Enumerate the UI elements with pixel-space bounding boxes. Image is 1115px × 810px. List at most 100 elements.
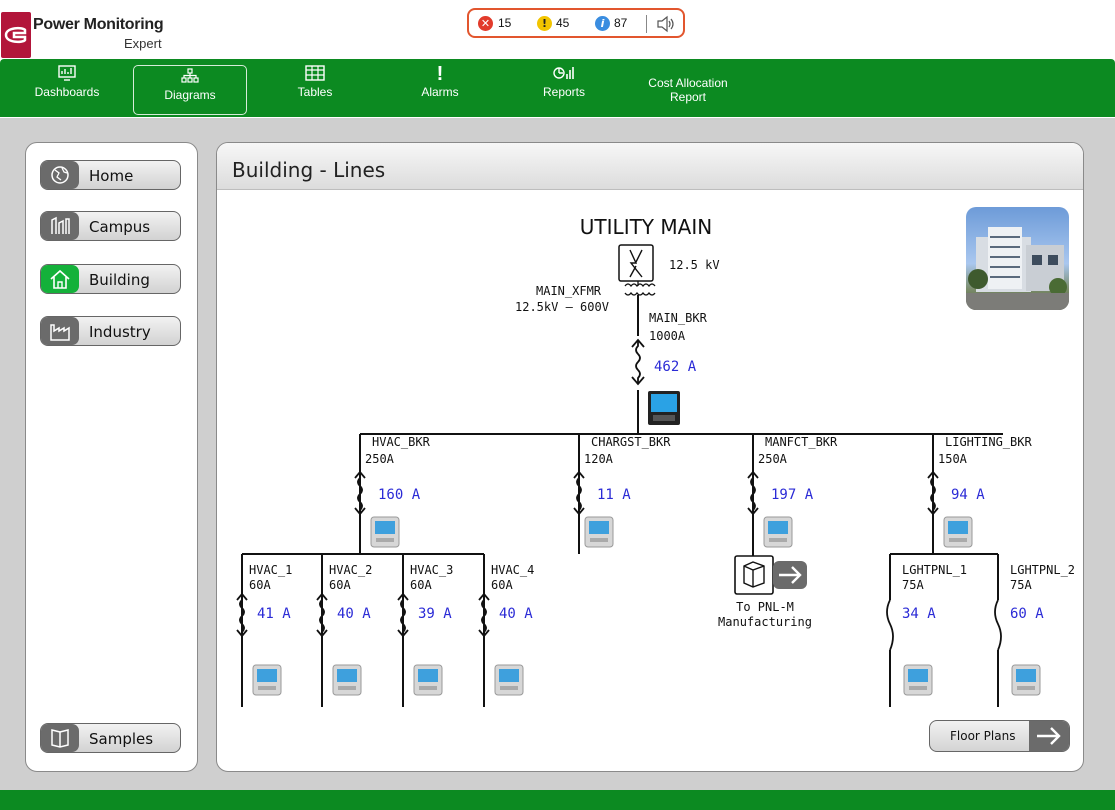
sidebar-item-campus[interactable]: Campus	[40, 211, 181, 241]
pnl-m-link[interactable]: To PNL-M Manufacturing	[718, 555, 812, 629]
nav-diagrams-label: Diagrams	[164, 88, 216, 102]
feeder-group: HVAC_BKR 250A 160 A CHARGST_BKR 120A 11 A MANF…	[354, 434, 1032, 556]
sidebar-item-industry[interactable]: Industry	[40, 316, 181, 346]
voltage-label: 12.5 kV	[669, 258, 720, 272]
app-title: Power Monitoring	[33, 16, 164, 33]
nav-cost-allocation[interactable]: Cost Allocation Report	[628, 76, 748, 120]
feeder-current-reading[interactable]: 160 A	[378, 487, 421, 503]
nav-alarms-label: Alarms	[421, 85, 459, 99]
branch-name-label: HVAC_4	[491, 563, 534, 577]
page-title: Building - Lines	[232, 158, 386, 182]
sidebar-item-building-label: Building	[89, 271, 150, 289]
branch-current-reading[interactable]: 39 A	[418, 606, 452, 622]
speaker-icon[interactable]	[656, 15, 676, 37]
nav-tables-label: Tables	[297, 85, 333, 99]
feeder-rating-label: 150A	[938, 452, 968, 466]
main-meter-icon[interactable]	[648, 391, 680, 425]
one-line-diagram: UTILITY MAIN 12.5 kV MAIN_XFMR 12.5kV – …	[236, 215, 1075, 707]
hvac-branch-group: HVAC_160A41 AHVAC_260A40 AHVAC_360A39 AH…	[236, 554, 534, 707]
main-breaker-icon[interactable]	[631, 338, 645, 386]
main-bkr-rating: 1000A	[649, 329, 686, 343]
pnl-m-link-line1: To PNL-M	[736, 600, 794, 614]
diagram-icon	[134, 68, 246, 88]
nav-dashboards-label: Dashboards	[34, 85, 100, 99]
report-icon	[524, 65, 604, 85]
sidebar-item-industry-label: Industry	[89, 323, 151, 341]
info-alarm-icon[interactable]: i	[595, 16, 610, 31]
xfmr-rating-label: 12.5kV – 600V	[515, 300, 609, 314]
sidebar-item-campus-label: Campus	[89, 218, 151, 236]
fuse-icon[interactable]	[886, 599, 894, 651]
feeder-name-label: MANFCT_BKR	[765, 435, 838, 449]
alarm-icon: !	[436, 63, 444, 85]
feeder-current-reading[interactable]: 94 A	[951, 487, 985, 503]
nav-dashboards[interactable]: Dashboards	[22, 63, 112, 107]
utility-source-icon[interactable]	[618, 244, 654, 282]
factory-icon	[41, 317, 79, 345]
branch-current-reading[interactable]: 40 A	[337, 606, 371, 622]
pnl-m-link-line2: Manufacturing	[718, 615, 812, 629]
feeder-name-label: HVAC_BKR	[372, 435, 431, 449]
feeder-name-label: LIGHTING_BKR	[945, 435, 1032, 449]
app-subtitle: Expert	[124, 36, 162, 51]
branch-rating-label: 60A	[249, 578, 271, 592]
samples-button[interactable]: Samples	[40, 723, 181, 753]
campus-icon	[41, 212, 79, 240]
app-logo: Power Monitoring Expert	[0, 2, 175, 58]
feeder-name-label: CHARGST_BKR	[591, 435, 671, 449]
sidebar-item-building[interactable]: Building	[40, 264, 181, 294]
alarm-summary[interactable]: ✕ 15 ! 45 i 87	[467, 8, 685, 38]
main-current-reading[interactable]: 462 A	[654, 359, 697, 375]
branch-current-reading[interactable]: 40 A	[499, 606, 533, 622]
samples-label: Samples	[89, 730, 154, 748]
branch-meter-icon[interactable]	[494, 664, 524, 696]
branch-rating-label: 75A	[1010, 578, 1032, 592]
warning-alarm-count[interactable]: 45	[556, 16, 569, 30]
top-bar: Power Monitoring Expert ✕ 15 ! 45 i 87	[0, 0, 1115, 58]
critical-alarm-count[interactable]: 15	[498, 16, 511, 30]
branch-rating-label: 60A	[410, 578, 432, 592]
book-icon	[41, 724, 79, 752]
branch-name-label: LGHTPNL_2	[1010, 563, 1075, 577]
branch-rating-label: 75A	[902, 578, 924, 592]
fuse-icon[interactable]	[994, 599, 1002, 651]
feeder-rating-label: 250A	[365, 452, 395, 466]
branch-name-label: LGHTPNL_1	[902, 563, 967, 577]
info-alarm-count[interactable]: 87	[614, 16, 627, 30]
panel-title-bar: Building - Lines	[217, 143, 1083, 190]
main-nav: Dashboards Diagrams Tables ! Alarms Repo…	[0, 59, 1115, 117]
feeder-current-reading[interactable]: 11 A	[597, 487, 631, 503]
building-icon	[41, 265, 79, 293]
globe-icon	[41, 161, 79, 189]
dashboard-icon	[22, 65, 112, 85]
feeder-current-reading[interactable]: 197 A	[771, 487, 814, 503]
floor-plans-label: Floor Plans	[950, 729, 1016, 743]
sidebar-item-home-label: Home	[89, 167, 134, 185]
sidebar-item-home[interactable]: Home	[40, 160, 181, 190]
feeder-meter-icon[interactable]	[584, 516, 614, 548]
critical-alarm-icon[interactable]: ✕	[478, 16, 493, 31]
branch-meter-icon[interactable]	[903, 664, 933, 696]
feeder-meter-icon[interactable]	[370, 516, 400, 548]
branch-meter-icon[interactable]	[413, 664, 443, 696]
nav-reports[interactable]: Reports	[524, 63, 604, 107]
nav-diagrams[interactable]: Diagrams	[133, 65, 247, 115]
nav-tables[interactable]: Tables	[275, 63, 355, 107]
branch-current-reading[interactable]: 34 A	[902, 606, 936, 622]
nav-cost-allocation-label2: Report	[669, 90, 707, 104]
branch-meter-icon[interactable]	[1011, 664, 1041, 696]
lighting-branch-group: LGHTPNL_175A34 ALGHTPNL_275A60 A	[886, 554, 1075, 707]
feeder-meter-icon[interactable]	[763, 516, 793, 548]
feeder-meter-icon[interactable]	[943, 516, 973, 548]
floor-plans-button[interactable]: Floor Plans	[929, 720, 1070, 752]
transformer-icon	[624, 281, 656, 296]
branch-meter-icon[interactable]	[252, 664, 282, 696]
branch-current-reading[interactable]: 41 A	[257, 606, 291, 622]
branch-meter-icon[interactable]	[332, 664, 362, 696]
warning-alarm-icon[interactable]: !	[537, 16, 552, 31]
branch-current-reading[interactable]: 60 A	[1010, 606, 1044, 622]
branch-name-label: HVAC_1	[249, 563, 292, 577]
divider	[646, 15, 647, 33]
nav-reports-label: Reports	[542, 85, 586, 99]
nav-alarms[interactable]: ! Alarms	[400, 63, 480, 107]
